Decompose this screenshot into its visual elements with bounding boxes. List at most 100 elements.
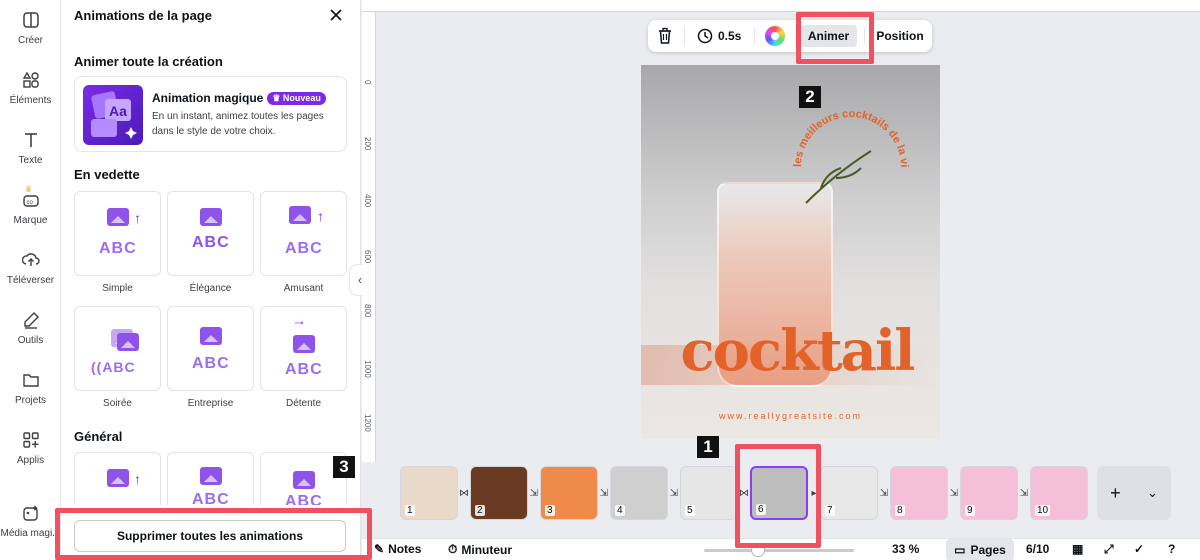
close-icon[interactable] xyxy=(327,6,345,24)
magic-media-icon xyxy=(21,503,41,523)
new-badge-label: Nouveau xyxy=(282,93,321,103)
timer-button[interactable]: ⏱ Minuteur xyxy=(448,542,512,557)
ruler-tick: 1200 xyxy=(363,414,372,432)
animation-tile-simple[interactable]: ↑ ABC xyxy=(74,191,161,276)
page-thumb-2[interactable]: 2 xyxy=(470,466,528,520)
transition-icon[interactable]: ⋈ xyxy=(459,488,469,499)
rail-magic-media[interactable]: Média magi... xyxy=(0,503,61,539)
duration-value: 0.5s xyxy=(718,29,742,43)
page-thumb-9[interactable]: 9 xyxy=(960,466,1018,520)
apps-icon xyxy=(21,430,41,450)
duration-button[interactable]: 0.5s xyxy=(697,28,741,44)
magic-animation-card[interactable]: Aa Animation magique ♛ Nouveau En un inst… xyxy=(74,76,347,152)
animations-panel: Animations de la page Animer toute la cr… xyxy=(61,0,361,560)
transition-icon[interactable]: ⇲ xyxy=(529,488,539,499)
timer-icon: ⏱ xyxy=(448,542,458,556)
rail-brand-label: Marque xyxy=(13,215,48,226)
pages-button[interactable]: ▭ Pages xyxy=(946,539,1014,560)
rail-upload-label: Téléverser xyxy=(6,275,55,286)
page-thumb-3[interactable]: 3 xyxy=(540,466,598,520)
transition-icon[interactable]: ⇲ xyxy=(949,488,959,499)
animation-tile-entreprise[interactable]: ABC xyxy=(167,306,254,391)
chevron-down-icon[interactable]: ⌄ xyxy=(1147,485,1158,501)
left-rail: Créer Éléments Texte ♛ co Marque Téléver… xyxy=(0,0,61,560)
text-icon xyxy=(21,130,41,150)
animation-label-amusant: Amusant xyxy=(283,283,324,294)
ruler-tick: 0 xyxy=(363,80,372,85)
create-icon xyxy=(21,10,41,30)
animation-label-detente: Détente xyxy=(285,398,322,409)
image-icon xyxy=(289,206,311,224)
element-toolbar: 0.5s Animer Position xyxy=(648,20,932,52)
animation-tile-soiree[interactable]: ((ABC xyxy=(74,306,161,391)
annotation-tag-3: 3 xyxy=(333,456,355,478)
timer-label: Minuteur xyxy=(461,542,513,557)
animation-tile-elegance[interactable]: ABC xyxy=(167,191,254,276)
zoom-level[interactable]: 33 % xyxy=(892,542,919,556)
transition-icon[interactable]: ⇲ xyxy=(1019,488,1029,499)
ruler-left: 0 200 400 600 800 1000 1200 xyxy=(362,12,376,462)
image-icon xyxy=(200,208,222,226)
image-icon xyxy=(293,471,315,489)
page-thumb-5[interactable]: 5 xyxy=(680,466,738,520)
page-thumb-10[interactable]: 10 xyxy=(1030,466,1088,520)
color-wheel-icon[interactable] xyxy=(765,26,785,46)
magic-thumb-text: Aa xyxy=(109,103,127,119)
image-icon xyxy=(107,208,129,226)
animation-sample-text: ABC xyxy=(192,355,230,372)
page-thumb-number: 7 xyxy=(825,505,835,516)
page-thumb-7[interactable]: 7 xyxy=(820,466,878,520)
panel-title: Animations de la page xyxy=(74,8,212,23)
design-page[interactable]: les meilleurs cocktails de la ville pour… xyxy=(641,65,940,439)
page-thumb-number: 3 xyxy=(545,505,555,516)
rail-magic-media-label: Média magi... xyxy=(0,528,61,539)
page-thumb-8[interactable]: 8 xyxy=(890,466,948,520)
page-thumb-1[interactable]: 1 xyxy=(400,466,458,520)
annotation-tag-1: 1 xyxy=(697,436,719,458)
add-page-button[interactable]: + ⌄ xyxy=(1097,466,1171,520)
image-icon xyxy=(293,335,315,353)
crown-icon: ♛ xyxy=(24,184,33,194)
animation-tile-detente[interactable]: ↑ ABC xyxy=(260,306,347,391)
rail-create[interactable]: Créer xyxy=(0,10,61,46)
position-button[interactable]: Position xyxy=(872,25,928,47)
rail-upload[interactable]: Téléverser xyxy=(0,250,61,286)
fullscreen-icon[interactable]: ⤢ xyxy=(1104,542,1114,557)
transition-icon[interactable]: ⇲ xyxy=(599,488,609,499)
help-icon[interactable]: ? xyxy=(1168,542,1175,556)
rail-tools[interactable]: Outils xyxy=(0,310,61,346)
page-title-text: cocktail xyxy=(680,318,915,384)
image-icon xyxy=(117,333,139,351)
rail-apps[interactable]: Applis xyxy=(0,430,61,466)
notes-button[interactable]: ✎ Notes xyxy=(374,542,421,556)
rail-projects[interactable]: Projets xyxy=(0,370,61,406)
page-thumb-4[interactable]: 4 xyxy=(610,466,668,520)
rail-text[interactable]: Texte xyxy=(0,130,61,166)
clock-icon xyxy=(697,28,713,44)
page-thumb-number: 10 xyxy=(1035,505,1051,516)
trash-icon[interactable] xyxy=(657,27,673,48)
page-thumb-number: 1 xyxy=(405,505,415,516)
animation-label-simple: Simple xyxy=(102,283,133,294)
animation-sample-text: ABC xyxy=(285,361,323,378)
image-icon xyxy=(200,327,222,345)
rail-elements[interactable]: Éléments xyxy=(0,70,61,106)
herb-garnish-decor xyxy=(805,150,872,204)
transition-icon[interactable]: ⇲ xyxy=(879,488,889,499)
pages-icon: ▭ xyxy=(954,543,966,557)
upload-icon xyxy=(21,250,41,270)
section-animate-all: Animer toute la création xyxy=(74,54,223,69)
rail-brand[interactable]: ♛ co Marque xyxy=(0,184,61,226)
grid-view-icon[interactable]: ▦ xyxy=(1072,542,1083,556)
brand-icon: ♛ co xyxy=(21,184,41,210)
image-icon xyxy=(107,469,129,487)
ruler-tick: 800 xyxy=(363,304,372,318)
animation-tile-amusant[interactable]: ↑ ABC xyxy=(260,191,347,276)
transition-icon[interactable]: ⇲ xyxy=(669,488,679,499)
highlight-animate-button xyxy=(796,12,874,64)
animation-sample-text: ABC xyxy=(192,234,230,251)
tools-icon xyxy=(21,310,41,330)
ruler-tick: 200 xyxy=(363,137,372,151)
zoom-slider[interactable] xyxy=(704,549,854,552)
check-icon[interactable]: ✓ xyxy=(1134,542,1144,556)
